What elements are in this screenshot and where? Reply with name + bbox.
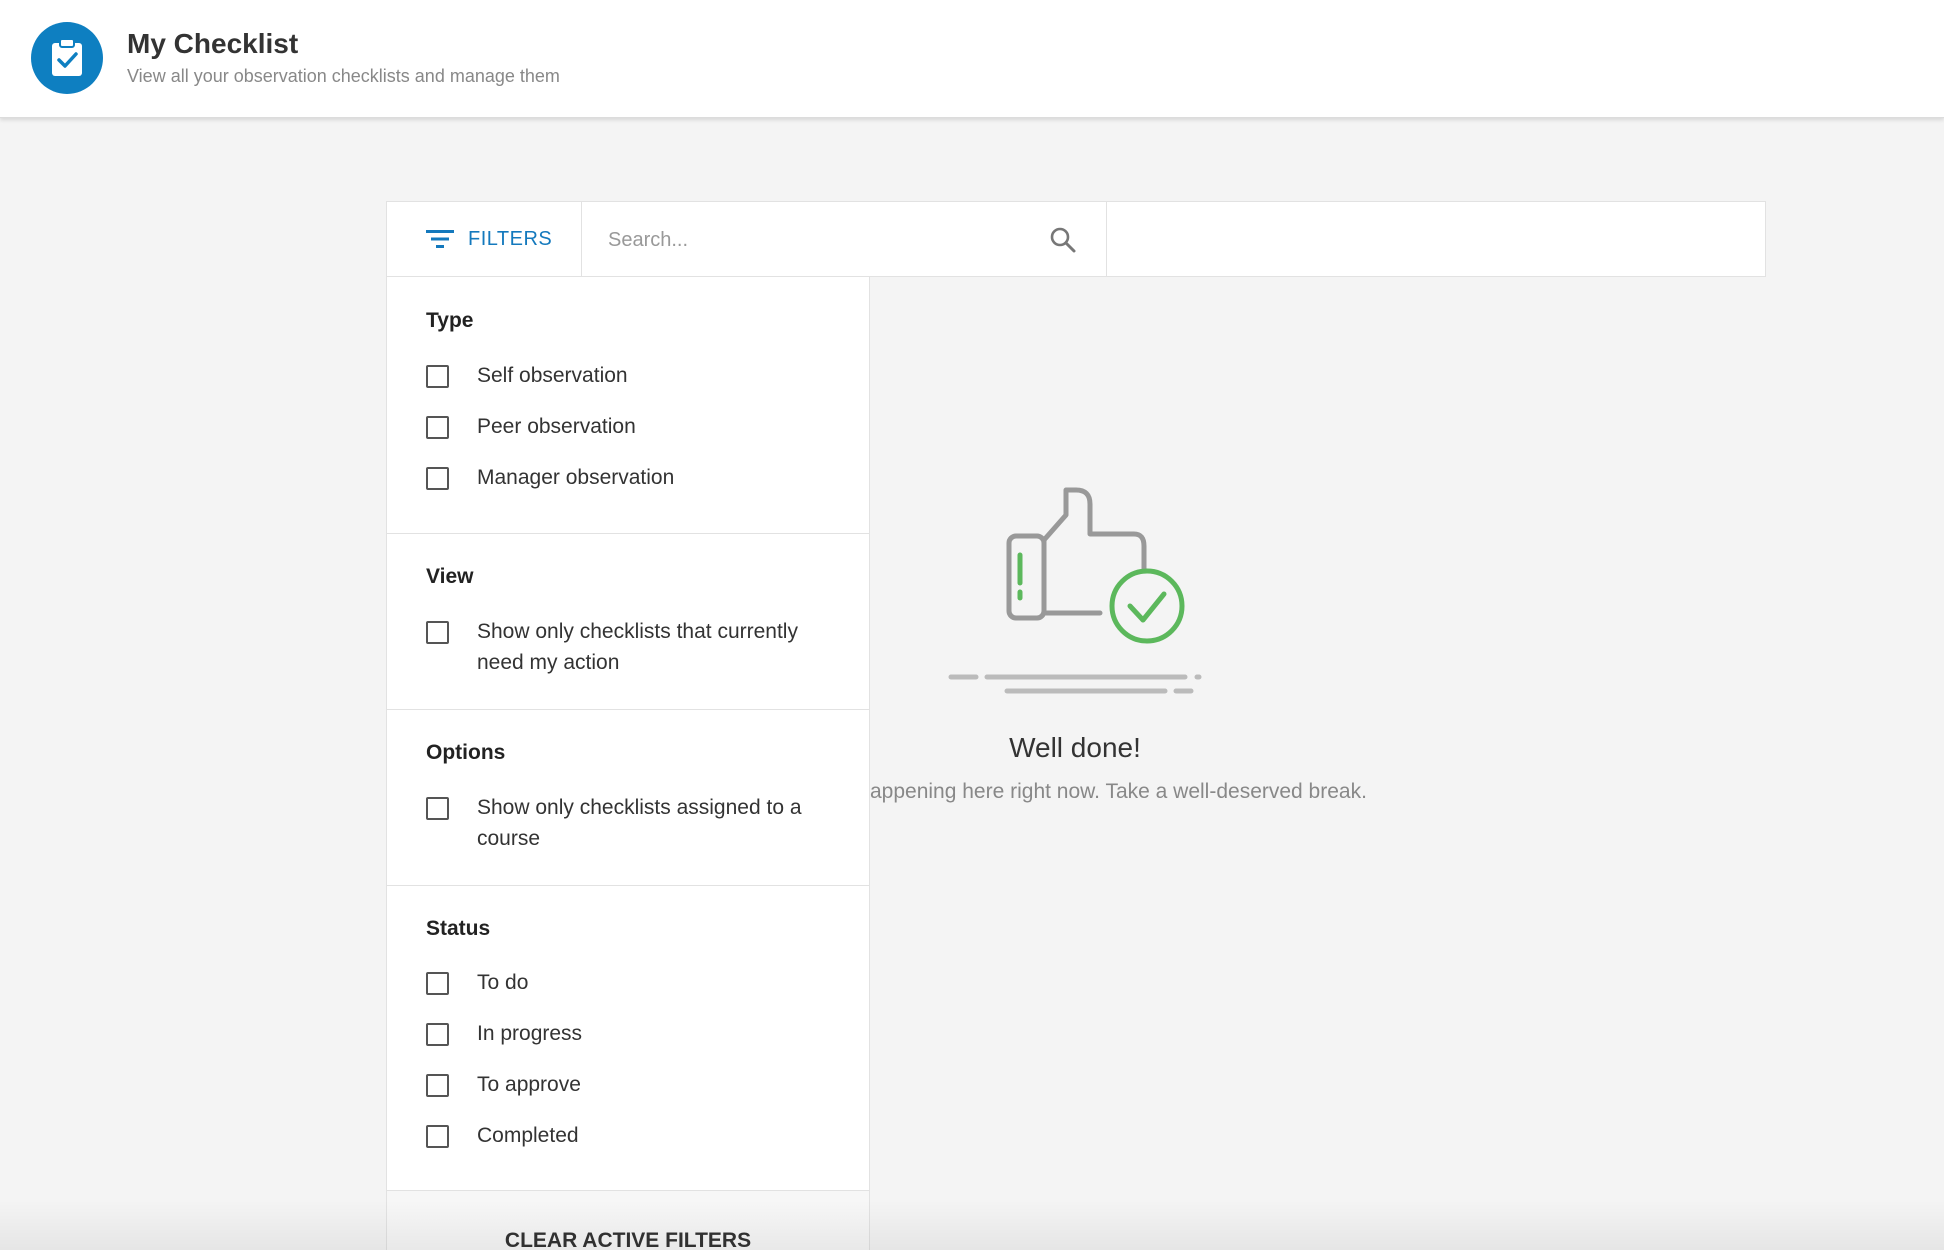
page-subtitle: View all your observation checklists and…: [127, 66, 560, 86]
section-title-status: Status: [426, 917, 491, 940]
filter-option-peer-observation[interactable]: Peer observation: [426, 414, 837, 442]
filter-option-self-observation[interactable]: Self observation: [426, 363, 837, 391]
bottom-shadow: [0, 1200, 1944, 1250]
option-label: Peer observation: [477, 415, 636, 438]
filter-section-view: View Show only checklists that currently…: [387, 534, 869, 710]
checkbox[interactable]: [426, 467, 449, 490]
checkbox[interactable]: [426, 416, 449, 439]
filter-option-to-do[interactable]: To do: [426, 970, 837, 998]
option-label: Self observation: [477, 364, 628, 387]
option-label: Completed: [477, 1124, 579, 1147]
option-label: Show only checklists that currently need…: [477, 620, 798, 674]
filters-button[interactable]: FILTERS: [387, 202, 582, 276]
page-title: My Checklist: [127, 28, 299, 59]
section-title-options: Options: [426, 741, 506, 764]
checklist-toolbar: FILTERS: [386, 201, 1766, 277]
option-label: Show only checklists assigned to a cours…: [477, 796, 802, 850]
option-label: To do: [477, 971, 529, 994]
search-input[interactable]: [606, 219, 1040, 261]
filter-option-completed[interactable]: Completed: [426, 1123, 837, 1151]
thumbs-up-check-icon: [948, 487, 1202, 694]
option-label: To approve: [477, 1073, 581, 1096]
filter-panel: Type Self observation Peer observation M…: [386, 277, 870, 1250]
checkbox[interactable]: [426, 972, 449, 995]
checkbox[interactable]: [426, 365, 449, 388]
filters-label: FILTERS: [468, 227, 553, 250]
checkbox[interactable]: [426, 1125, 449, 1148]
search-icon[interactable]: [1049, 226, 1077, 254]
filter-option-to-approve[interactable]: To approve: [426, 1072, 837, 1100]
filter-option-in-progress[interactable]: In progress: [426, 1021, 837, 1049]
option-label: Manager observation: [477, 466, 675, 489]
filter-option-manager-observation[interactable]: Manager observation: [426, 465, 837, 493]
filter-section-options: Options Show only checklists assigned to…: [387, 710, 869, 886]
checkbox[interactable]: [426, 797, 449, 820]
filter-section-status: Status To do In progress To approve Comp…: [387, 886, 869, 1191]
checkbox[interactable]: [426, 1023, 449, 1046]
checkbox[interactable]: [426, 1074, 449, 1097]
filter-option-assigned-to-course[interactable]: Show only checklists assigned to a cours…: [426, 795, 837, 854]
empty-state-message: appening here right now. Take a well-des…: [870, 780, 1367, 803]
search-box: [582, 202, 1107, 276]
filter-option-needs-my-action[interactable]: Show only checklists that currently need…: [426, 619, 837, 678]
empty-state-title: Well done!: [1009, 732, 1141, 763]
page-header: My Checklist View all your observation c…: [0, 0, 1944, 118]
clipboard-check-icon: [31, 22, 103, 94]
section-title-type: Type: [426, 309, 474, 332]
filter-section-type: Type Self observation Peer observation M…: [387, 277, 869, 534]
section-title-view: View: [426, 565, 474, 588]
filter-icon: [426, 230, 454, 248]
checkbox[interactable]: [426, 621, 449, 644]
option-label: In progress: [477, 1022, 583, 1045]
clear-active-filters-button[interactable]: CLEAR ACTIVE FILTERS: [387, 1191, 869, 1250]
